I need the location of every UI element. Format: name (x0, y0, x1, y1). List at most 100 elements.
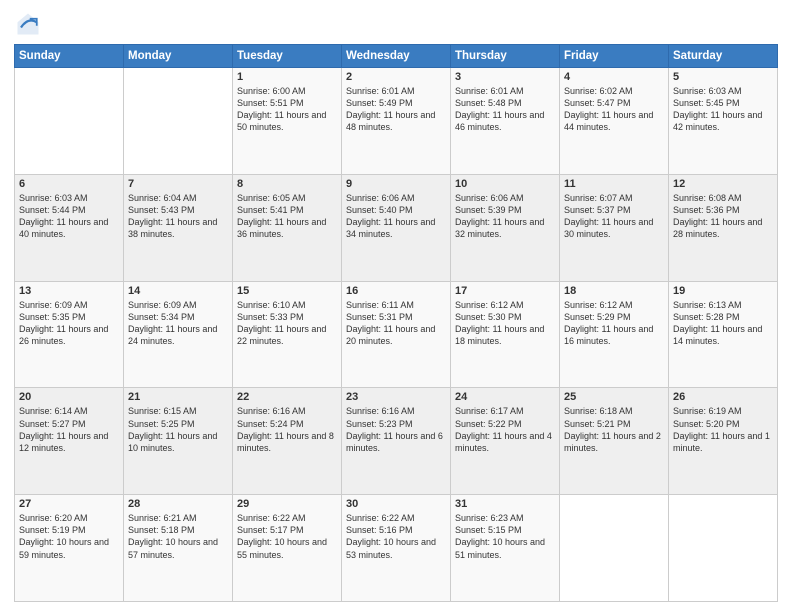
day-cell: 17Sunrise: 6:12 AMSunset: 5:30 PMDayligh… (451, 281, 560, 388)
day-number: 22 (237, 391, 337, 403)
day-info: Sunrise: 6:03 AMSunset: 5:44 PMDaylight:… (19, 192, 119, 241)
day-number: 2 (346, 71, 446, 83)
day-cell: 29 Sunrise: 6:22 AMSunset: 5:17 PMDayligh… (233, 495, 342, 602)
logo-icon (14, 10, 42, 38)
day-info: Sunrise: 6:20 AMSunset: 5:19 PMDaylight:… (19, 512, 119, 561)
day-info: Sunrise: 6:01 AMSunset: 5:48 PMDaylight:… (455, 85, 555, 134)
day-cell (15, 68, 124, 175)
day-cell: 23Sunrise: 6:16 AMSunset: 5:23 PMDayligh… (342, 388, 451, 495)
day-info: Sunrise: 6:21 AMSunset: 5:18 PMDaylight:… (128, 512, 228, 561)
day-cell: 27 Sunrise: 6:20 AMSunset: 5:19 PMDayligh… (15, 495, 124, 602)
day-number: 3 (455, 71, 555, 83)
day-info: Sunrise: 6:23 AMSunset: 5:15 PMDaylight:… (455, 512, 555, 561)
day-info: Sunrise: 6:02 AMSunset: 5:47 PMDaylight:… (564, 85, 664, 134)
day-number: 24 (455, 391, 555, 403)
day-info: Sunrise: 6:00 AMSunset: 5:51 PMDaylight:… (237, 85, 337, 134)
day-number: 13 (19, 285, 119, 297)
day-info: Sunrise: 6:15 AMSunset: 5:25 PMDaylight:… (128, 405, 228, 454)
calendar-table: SundayMondayTuesdayWednesdayThursdayFrid… (14, 44, 778, 602)
day-info: Sunrise: 6:14 AMSunset: 5:27 PMDaylight:… (19, 405, 119, 454)
day-number: 25 (564, 391, 664, 403)
day-cell: 21 Sunrise: 6:15 AMSunset: 5:25 PMDayligh… (124, 388, 233, 495)
day-cell (560, 495, 669, 602)
day-info: Sunrise: 6:05 AMSunset: 5:41 PMDaylight:… (237, 192, 337, 241)
week-row: 6 Sunrise: 6:03 AMSunset: 5:44 PMDaylight… (15, 174, 778, 281)
day-number: 18 (564, 285, 664, 297)
day-cell: 3 Sunrise: 6:01 AMSunset: 5:48 PMDaylight… (451, 68, 560, 175)
day-number: 30 (346, 498, 446, 510)
day-cell: 1 Sunrise: 6:00 AMSunset: 5:51 PMDaylight… (233, 68, 342, 175)
day-number: 31 (455, 498, 555, 510)
day-cell: 13 Sunrise: 6:09 AMSunset: 5:35 PMDayligh… (15, 281, 124, 388)
day-cell: 7 Sunrise: 6:04 AMSunset: 5:43 PMDaylight… (124, 174, 233, 281)
day-header: Wednesday (342, 45, 451, 68)
day-header: Tuesday (233, 45, 342, 68)
day-info: Sunrise: 6:19 AMSunset: 5:20 PMDaylight:… (673, 405, 773, 454)
day-info: Sunrise: 6:13 AMSunset: 5:28 PMDaylight:… (673, 299, 773, 348)
day-cell: 14 Sunrise: 6:09 AMSunset: 5:34 PMDayligh… (124, 281, 233, 388)
day-cell: 9 Sunrise: 6:06 AMSunset: 5:40 PMDaylight… (342, 174, 451, 281)
day-cell: 6 Sunrise: 6:03 AMSunset: 5:44 PMDaylight… (15, 174, 124, 281)
day-cell: 19Sunrise: 6:13 AMSunset: 5:28 PMDayligh… (669, 281, 778, 388)
day-info: Sunrise: 6:04 AMSunset: 5:43 PMDaylight:… (128, 192, 228, 241)
day-cell (669, 495, 778, 602)
day-number: 16 (346, 285, 446, 297)
day-number: 29 (237, 498, 337, 510)
day-info: Sunrise: 6:10 AMSunset: 5:33 PMDaylight:… (237, 299, 337, 348)
day-cell: 25 Sunrise: 6:18 AMSunset: 5:21 PMDayligh… (560, 388, 669, 495)
header-row: SundayMondayTuesdayWednesdayThursdayFrid… (15, 45, 778, 68)
day-info: Sunrise: 6:09 AMSunset: 5:34 PMDaylight:… (128, 299, 228, 348)
week-row: 27 Sunrise: 6:20 AMSunset: 5:19 PMDayligh… (15, 495, 778, 602)
day-cell: 26 Sunrise: 6:19 AMSunset: 5:20 PMDayligh… (669, 388, 778, 495)
day-header: Saturday (669, 45, 778, 68)
day-info: Sunrise: 6:12 AMSunset: 5:29 PMDaylight:… (564, 299, 664, 348)
day-cell: 28 Sunrise: 6:21 AMSunset: 5:18 PMDayligh… (124, 495, 233, 602)
day-number: 4 (564, 71, 664, 83)
day-number: 10 (455, 178, 555, 190)
day-header: Friday (560, 45, 669, 68)
day-info: Sunrise: 6:11 AMSunset: 5:31 PMDaylight:… (346, 299, 446, 348)
day-info: Sunrise: 6:07 AMSunset: 5:37 PMDaylight:… (564, 192, 664, 241)
day-number: 14 (128, 285, 228, 297)
day-number: 26 (673, 391, 773, 403)
day-cell: 8 Sunrise: 6:05 AMSunset: 5:41 PMDaylight… (233, 174, 342, 281)
day-number: 5 (673, 71, 773, 83)
day-cell: 24 Sunrise: 6:17 AMSunset: 5:22 PMDayligh… (451, 388, 560, 495)
day-cell: 16 Sunrise: 6:11 AMSunset: 5:31 PMDayligh… (342, 281, 451, 388)
week-row: 13 Sunrise: 6:09 AMSunset: 5:35 PMDayligh… (15, 281, 778, 388)
day-cell: 11Sunrise: 6:07 AMSunset: 5:37 PMDayligh… (560, 174, 669, 281)
day-cell: 30 Sunrise: 6:22 AMSunset: 5:16 PMDayligh… (342, 495, 451, 602)
day-info: Sunrise: 6:03 AMSunset: 5:45 PMDaylight:… (673, 85, 773, 134)
day-number: 6 (19, 178, 119, 190)
day-number: 17 (455, 285, 555, 297)
day-number: 12 (673, 178, 773, 190)
day-number: 7 (128, 178, 228, 190)
day-number: 21 (128, 391, 228, 403)
day-info: Sunrise: 6:22 AMSunset: 5:16 PMDaylight:… (346, 512, 446, 561)
day-cell: 10 Sunrise: 6:06 AMSunset: 5:39 PMDayligh… (451, 174, 560, 281)
header (14, 10, 778, 38)
day-cell: 31 Sunrise: 6:23 AMSunset: 5:15 PMDayligh… (451, 495, 560, 602)
week-row: 1 Sunrise: 6:00 AMSunset: 5:51 PMDaylight… (15, 68, 778, 175)
day-number: 23 (346, 391, 446, 403)
day-number: 1 (237, 71, 337, 83)
day-header: Monday (124, 45, 233, 68)
day-info: Sunrise: 6:01 AMSunset: 5:49 PMDaylight:… (346, 85, 446, 134)
day-info: Sunrise: 6:06 AMSunset: 5:39 PMDaylight:… (455, 192, 555, 241)
day-info: Sunrise: 6:22 AMSunset: 5:17 PMDaylight:… (237, 512, 337, 561)
day-number: 28 (128, 498, 228, 510)
day-info: Sunrise: 6:08 AMSunset: 5:36 PMDaylight:… (673, 192, 773, 241)
logo (14, 10, 46, 38)
day-number: 20 (19, 391, 119, 403)
day-info: Sunrise: 6:16 AMSunset: 5:24 PMDaylight:… (237, 405, 337, 454)
day-info: Sunrise: 6:18 AMSunset: 5:21 PMDaylight:… (564, 405, 664, 454)
day-cell: 12 Sunrise: 6:08 AMSunset: 5:36 PMDayligh… (669, 174, 778, 281)
day-number: 27 (19, 498, 119, 510)
day-number: 9 (346, 178, 446, 190)
day-cell: 22 Sunrise: 6:16 AMSunset: 5:24 PMDayligh… (233, 388, 342, 495)
day-info: Sunrise: 6:09 AMSunset: 5:35 PMDaylight:… (19, 299, 119, 348)
day-info: Sunrise: 6:17 AMSunset: 5:22 PMDaylight:… (455, 405, 555, 454)
day-info: Sunrise: 6:06 AMSunset: 5:40 PMDaylight:… (346, 192, 446, 241)
day-cell: 18 Sunrise: 6:12 AMSunset: 5:29 PMDayligh… (560, 281, 669, 388)
day-number: 8 (237, 178, 337, 190)
